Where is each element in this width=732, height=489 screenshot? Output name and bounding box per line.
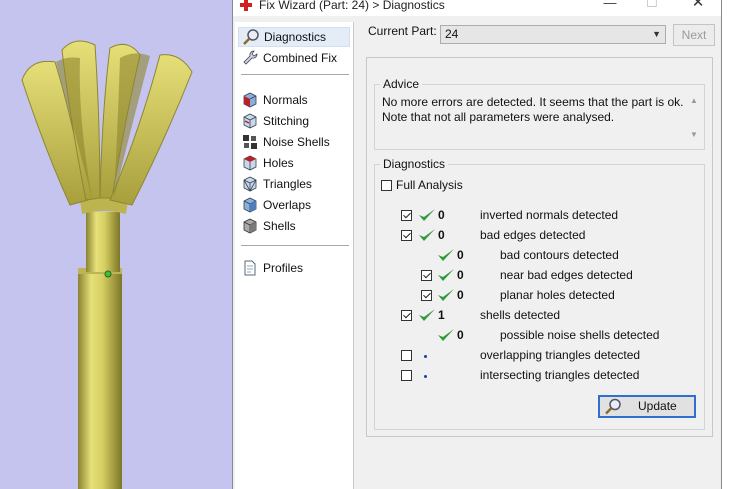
current-part-select[interactable]: 24 ▼ — [440, 25, 666, 44]
advice-line-1: No more errors are detected. It seems th… — [382, 95, 684, 109]
scroll-up-icon[interactable]: ▲ — [688, 95, 700, 107]
update-button[interactable]: Update — [598, 395, 696, 418]
planar-holes-checkbox[interactable] — [421, 290, 432, 301]
sidebar-item-label: Profiles — [263, 261, 304, 275]
sidebar-item-triangles[interactable]: Triangles — [238, 174, 350, 194]
green-check-icon — [419, 229, 435, 241]
3d-viewport[interactable] — [0, 0, 232, 489]
window-title: Fix Wizard (Part: 24) > Diagnostics — [259, 0, 445, 12]
sidebar-divider — [241, 245, 349, 246]
full-analysis-label: Full Analysis — [396, 178, 463, 192]
overlapping-triangles-label: overlapping triangles detected — [480, 348, 641, 362]
shells-cube-icon — [243, 218, 257, 234]
green-check-icon — [438, 249, 454, 261]
sidebar-item-label: Holes — [263, 156, 294, 170]
sidebar-item-holes[interactable]: Holes — [238, 153, 350, 173]
current-part-label: Current Part: — [368, 24, 437, 38]
green-check-icon — [438, 289, 454, 301]
magnifier-icon — [243, 29, 259, 45]
green-check-icon — [419, 309, 435, 321]
diagnostics-title: Diagnostics — [380, 157, 449, 171]
near-bad-edges-count: 0 — [457, 268, 464, 282]
close-button[interactable]: ✕ — [683, 0, 713, 12]
document-icon — [244, 260, 256, 276]
intersecting-triangles-label: intersecting triangles detected — [480, 368, 640, 382]
bad-edges-count: 0 — [438, 228, 445, 242]
planar-holes-count: 0 — [457, 288, 464, 302]
pending-dot-icon — [424, 375, 427, 378]
noise-shells-icon — [243, 135, 257, 149]
sidebar-item-label: Overlaps — [263, 198, 312, 212]
advice-title: Advice — [380, 77, 423, 91]
overlaps-cube-icon — [243, 197, 257, 213]
sidebar-item-normals[interactable]: Normals — [238, 90, 350, 110]
bad-contours-count: 0 — [457, 248, 464, 262]
advice-text: No more errors are detected. It seems th… — [382, 95, 694, 145]
diagnostics-group: Diagnostics Full Analysis 0 inverted nor… — [374, 157, 705, 430]
sidebar-item-label: Combined Fix — [263, 51, 338, 65]
intersecting-triangles-checkbox[interactable] — [401, 370, 412, 381]
holes-cube-icon — [243, 155, 257, 171]
sidebar-item-profiles[interactable]: Profiles — [238, 258, 350, 278]
stitching-cube-icon — [243, 113, 257, 129]
shells-checkbox[interactable] — [401, 310, 412, 321]
sidebar-item-label: Stitching — [263, 114, 310, 128]
overlapping-triangles-checkbox[interactable] — [401, 350, 412, 361]
current-part-value: 24 — [445, 27, 459, 41]
minimize-button[interactable]: — — [595, 0, 625, 12]
next-button[interactable]: Next — [673, 24, 715, 46]
bad-edges-label: bad edges detected — [480, 228, 586, 242]
sidebar-divider — [241, 74, 349, 75]
sidebar-item-noise-shells[interactable]: Noise Shells — [238, 132, 350, 152]
normals-cube-icon — [243, 92, 257, 108]
bad-contours-label: bad contours detected — [500, 248, 619, 262]
sidebar-item-label: Noise Shells — [263, 135, 330, 149]
wizard-content: Current Part: 24 ▼ Next Advice No more e… — [361, 22, 717, 489]
update-label: Update — [638, 399, 677, 413]
background-strip — [721, 0, 732, 489]
bad-edges-checkbox[interactable] — [401, 230, 412, 241]
triangles-cube-icon — [243, 176, 257, 192]
magnifier-icon — [605, 398, 621, 415]
fix-wizard-window: Fix Wizard (Part: 24) > Diagnostics — ☐ … — [232, 0, 722, 489]
maximize-button[interactable]: ☐ — [637, 0, 667, 12]
green-check-icon — [438, 269, 454, 281]
advice-group: Advice No more errors are detected. It s… — [374, 77, 705, 150]
part-model — [21, 40, 193, 489]
near-bad-edges-checkbox[interactable] — [421, 270, 432, 281]
inverted-normals-count: 0 — [438, 208, 445, 222]
shells-count: 1 — [438, 308, 445, 322]
scroll-down-icon[interactable]: ▼ — [688, 129, 700, 141]
diagnostics-panel: Advice No more errors are detected. It s… — [366, 57, 713, 437]
red-cross-icon — [240, 0, 252, 11]
wizard-sidebar: Diagnostics Combined Fix Normals Stitchi… — [235, 22, 354, 489]
full-analysis-checkbox[interactable] — [381, 180, 392, 191]
sidebar-item-label: Diagnostics — [264, 30, 327, 44]
near-bad-edges-label: near bad edges detected — [500, 268, 633, 282]
sidebar-item-label: Triangles — [263, 177, 312, 191]
green-check-icon — [419, 209, 435, 221]
pending-dot-icon — [424, 355, 427, 358]
advice-line-2: Note that not all parameters were analys… — [382, 110, 615, 124]
noise-shells-label: possible noise shells detected — [500, 328, 660, 342]
wrench-icon — [243, 50, 258, 65]
sidebar-item-label: Shells — [263, 219, 296, 233]
sidebar-item-overlaps[interactable]: Overlaps — [238, 195, 350, 215]
title-bar: Fix Wizard (Part: 24) > Diagnostics — ☐ … — [233, 0, 721, 16]
inverted-normals-label: inverted normals detected — [480, 208, 619, 222]
sidebar-item-combined-fix[interactable]: Combined Fix — [238, 48, 350, 68]
planar-holes-label: planar holes detected — [500, 288, 615, 302]
noise-shells-count: 0 — [457, 328, 464, 342]
green-check-icon — [438, 329, 454, 341]
shells-label: shells detected — [480, 308, 561, 322]
inverted-normals-checkbox[interactable] — [401, 210, 412, 221]
sidebar-item-diagnostics[interactable]: Diagnostics — [238, 27, 350, 47]
chevron-down-icon: ▼ — [652, 29, 661, 39]
sidebar-item-stitching[interactable]: Stitching — [238, 111, 350, 131]
sidebar-item-shells[interactable]: Shells — [238, 216, 350, 236]
sidebar-item-label: Normals — [263, 93, 308, 107]
advice-scrollbar[interactable]: ▲ ▼ — [688, 95, 700, 141]
